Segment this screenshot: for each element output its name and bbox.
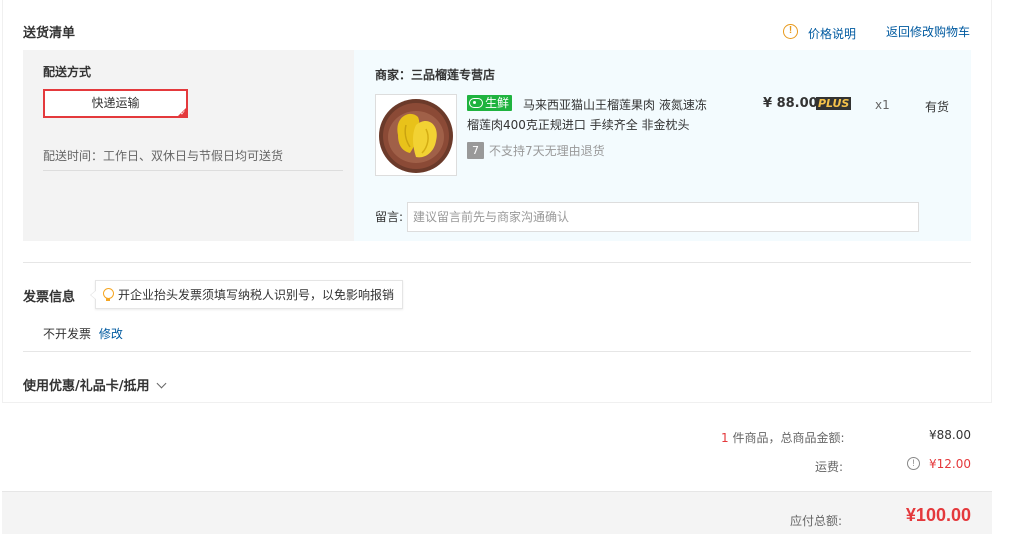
info-circle-icon[interactable]: ! xyxy=(783,24,798,39)
section-divider xyxy=(23,262,971,263)
section-divider xyxy=(23,351,971,352)
chevron-down-icon xyxy=(156,378,166,389)
delivery-divider xyxy=(43,170,343,171)
payable-label: 应付总额: xyxy=(790,514,843,528)
remark-input[interactable] xyxy=(407,202,919,232)
item-count: 1 xyxy=(721,431,729,445)
summary-items: 1 件商品，总商品金额: xyxy=(721,429,845,446)
stock-status: 有货 xyxy=(925,100,950,114)
shipping-list-title: 送货清单 xyxy=(23,26,76,41)
product-price: ¥ 88.00 xyxy=(763,96,818,111)
invoice-tip-text: 开企业抬头发票须填写纳税人识别号，以免影响报销 xyxy=(118,288,395,302)
invoice-modify-link[interactable]: 修改 xyxy=(99,327,123,341)
express-shipping-label: 快递运输 xyxy=(91,96,140,110)
payable-bar xyxy=(2,491,992,534)
price-info-link[interactable]: 价格说明 xyxy=(808,25,856,42)
back-to-cart-link[interactable]: 返回修改购物车 xyxy=(886,23,970,40)
plus-badge: PLUS xyxy=(816,97,852,110)
lightbulb-icon xyxy=(103,287,114,302)
ticket-icon xyxy=(469,98,483,108)
coupon-title: 使用优惠/礼品卡/抵用 xyxy=(23,379,150,394)
coupon-toggle[interactable]: 使用优惠/礼品卡/抵用 xyxy=(23,375,166,394)
product-name-line2[interactable]: 榴莲肉400克正规进口 手续齐全 非金枕头 xyxy=(467,116,690,133)
invoice-tip: 开企业抬头发票须填写纳税人识别号，以免影响报销 xyxy=(89,280,404,309)
invoice-title: 发票信息 xyxy=(23,290,76,305)
invoice-type: 不开发票 xyxy=(43,327,92,341)
product-name-line1[interactable]: 马来西亚猫山王榴莲果肉 液氮速冻 xyxy=(523,96,707,113)
delivery-method-title: 配送方式 xyxy=(43,65,92,79)
product-image[interactable] xyxy=(375,94,457,176)
item-total-label: 件商品，总商品金额: xyxy=(732,431,845,445)
fresh-tag-label: 生鲜 xyxy=(485,96,510,110)
delivery-time-text: 配送时间：工作日、双休日与节假日均可送货 xyxy=(43,149,284,163)
fresh-tag: 生鲜 xyxy=(467,95,513,111)
payable-total: ¥100.00 xyxy=(905,505,971,525)
merchant-name: 商家：三品榴莲专营店 xyxy=(375,68,496,82)
express-shipping-option[interactable]: 快递运输 ✓ xyxy=(43,89,188,118)
no-return-icon: 7 xyxy=(467,142,484,159)
item-total-value: ¥88.00 xyxy=(929,428,971,442)
product-quantity: x1 xyxy=(875,98,890,112)
shipping-fee-label: 运费: xyxy=(815,460,844,474)
invoice-value: 不开发票 修改 xyxy=(43,325,123,342)
remark-label: 留言: xyxy=(375,210,404,224)
no-return-text: 不支持7天无理由退货 xyxy=(489,144,605,158)
durian-image xyxy=(379,99,453,173)
shipping-fee-value: ¥12.00 xyxy=(929,457,971,471)
info-circle-icon[interactable]: ! xyxy=(907,457,920,470)
check-icon: ✓ xyxy=(180,109,186,117)
